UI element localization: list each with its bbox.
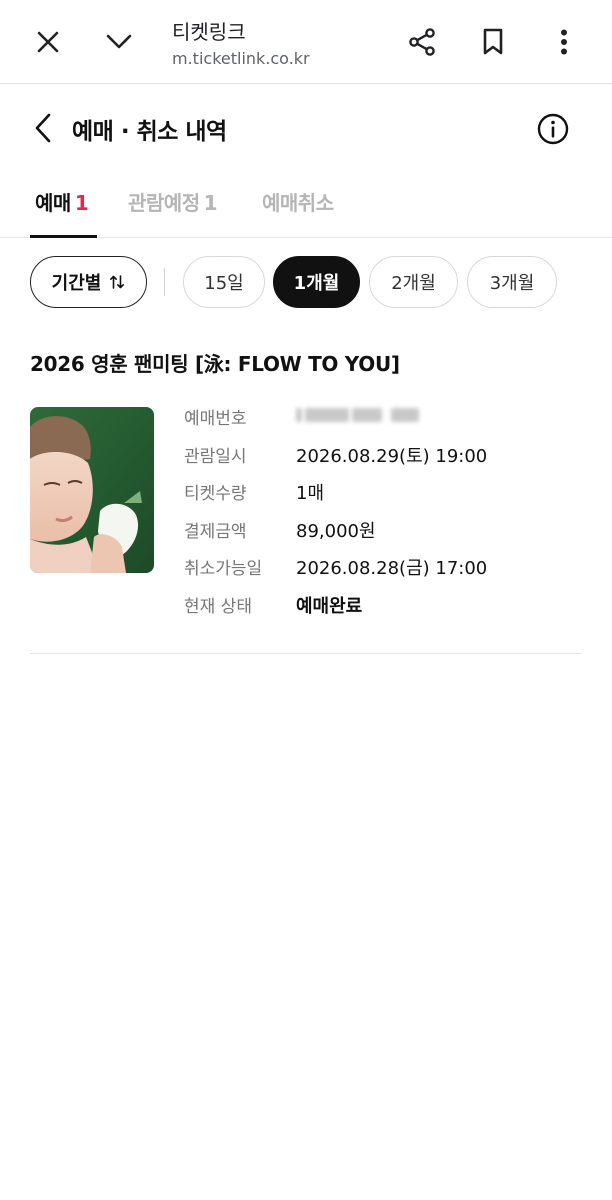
detail-value: 1매 bbox=[296, 483, 325, 504]
bookmark-icon[interactable] bbox=[473, 22, 513, 62]
tab-label: 예매 bbox=[35, 191, 71, 215]
filter-15-days[interactable]: 15일 bbox=[183, 256, 265, 308]
detail-value: 89,000원 bbox=[296, 520, 376, 542]
detail-row-status: 현재 상태 예매완료 bbox=[184, 592, 584, 630]
filter-1-month[interactable]: 1개월 bbox=[273, 256, 360, 308]
detail-label: 예매번호 bbox=[184, 409, 247, 429]
filter-3-months[interactable]: 3개월 bbox=[467, 256, 557, 308]
detail-value: 2026.08.29(토) 19:00 bbox=[296, 445, 488, 467]
tab-bar: 예매 1 관람예정 1 예매취소 bbox=[0, 172, 612, 238]
detail-row-payment: 결제금액 89,000원 bbox=[184, 517, 584, 555]
chevron-down-icon[interactable] bbox=[99, 22, 139, 62]
tab-cancelled[interactable]: 예매취소 bbox=[262, 187, 334, 216]
detail-row-ticket-count: 티켓수량 1매 bbox=[184, 479, 584, 517]
blur-block bbox=[305, 408, 349, 422]
share-icon[interactable] bbox=[402, 22, 442, 62]
period-sort-button[interactable]: 기간별 bbox=[30, 256, 147, 308]
browser-title: 티켓링크 bbox=[172, 20, 246, 44]
detail-row-cancel-deadline: 취소가능일 2026.08.28(금) 17:00 bbox=[184, 554, 584, 592]
tab-booking[interactable]: 예매 1 bbox=[35, 187, 89, 216]
back-arrow-icon[interactable] bbox=[28, 111, 58, 145]
blur-block bbox=[296, 408, 302, 422]
detail-label: 관람일시 bbox=[184, 446, 247, 467]
detail-label: 현재 상태 bbox=[184, 596, 252, 617]
detail-label: 티켓수량 bbox=[184, 484, 247, 504]
more-vertical-icon[interactable] bbox=[544, 22, 584, 62]
blur-block bbox=[391, 408, 419, 422]
sort-arrows-icon bbox=[109, 274, 125, 290]
period-filter: 기간별 15일 1개월 2개월 3개월 bbox=[0, 256, 612, 308]
tab-count: 1 bbox=[203, 191, 218, 215]
active-tab-indicator bbox=[30, 235, 97, 238]
browser-url[interactable]: m.ticketlink.co.kr bbox=[172, 49, 310, 68]
detail-row-booking-number: 예매번호 bbox=[184, 404, 584, 442]
detail-value: 2026.08.28(금) 17:00 bbox=[296, 558, 488, 579]
chip-divider bbox=[164, 268, 165, 296]
page-title: 예매 · 취소 내역 bbox=[72, 119, 227, 145]
event-poster[interactable] bbox=[30, 407, 154, 573]
tab-label: 예매취소 bbox=[262, 191, 334, 215]
info-icon[interactable] bbox=[536, 112, 570, 146]
detail-row-datetime: 관람일시 2026.08.29(토) 19:00 bbox=[184, 442, 584, 480]
booking-details: 예매번호 관람일시 2026.08.29(토) 19:00 티켓수량 1매 결제… bbox=[184, 404, 584, 629]
browser-bar: 티켓링크 m.ticketlink.co.kr bbox=[0, 0, 612, 84]
filter-2-months[interactable]: 2개월 bbox=[369, 256, 458, 308]
tab-count: 1 bbox=[74, 191, 89, 215]
event-title[interactable]: 2026 영훈 팬미팅 [泳: FLOW TO YOU] bbox=[30, 348, 400, 377]
card-divider bbox=[30, 653, 581, 654]
detail-label: 취소가능일 bbox=[184, 559, 263, 579]
status-value: 예매완료 bbox=[296, 595, 363, 617]
close-icon[interactable] bbox=[28, 22, 68, 62]
detail-label: 결제금액 bbox=[184, 521, 247, 542]
period-label: 기간별 bbox=[51, 273, 102, 294]
tab-upcoming[interactable]: 관람예정 1 bbox=[128, 187, 218, 216]
tab-label: 관람예정 bbox=[128, 191, 200, 215]
blur-block bbox=[352, 408, 382, 422]
blurred-booking-number bbox=[296, 408, 419, 422]
page-header: 예매 · 취소 내역 bbox=[0, 85, 612, 171]
